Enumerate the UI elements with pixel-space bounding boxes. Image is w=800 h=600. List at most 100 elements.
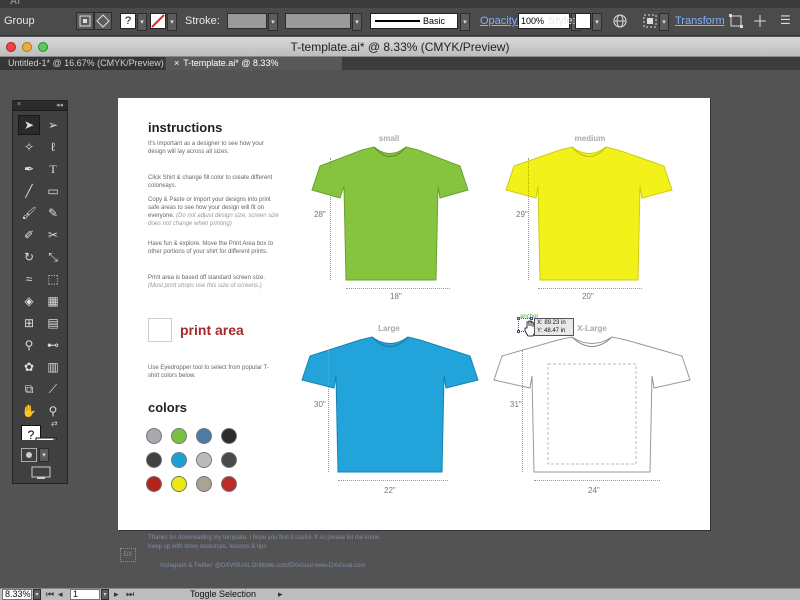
stroke-weight-field[interactable] xyxy=(227,13,267,29)
zoom-tool[interactable]: ⚲ xyxy=(42,401,64,421)
color-swatch[interactable] xyxy=(196,428,212,444)
rotate-tool[interactable]: ↻ xyxy=(18,247,40,267)
line-tool[interactable]: ╱ xyxy=(18,181,40,201)
column-graph-icon: ▥ xyxy=(47,360,59,374)
stroke-dropdown[interactable]: ▾ xyxy=(167,13,177,31)
color-swatch[interactable] xyxy=(196,452,212,468)
tab-t-template[interactable]: ×T-template.ai* @ 8.33% (CMYK/Preview) xyxy=(166,57,342,81)
shirt-medium[interactable] xyxy=(504,146,674,284)
first-artboard-button[interactable]: ⏮ xyxy=(46,589,54,600)
scissors-tool[interactable]: ✂ xyxy=(42,225,64,245)
screen-mode-button[interactable] xyxy=(31,466,51,480)
width-tool[interactable]: ≈ xyxy=(18,269,40,289)
artboard-tool[interactable]: ⧉ xyxy=(18,379,40,399)
variable-width-field[interactable] xyxy=(285,13,351,29)
magic-wand-tool[interactable]: ✧ xyxy=(18,137,40,157)
fill-dropdown[interactable]: ▾ xyxy=(137,13,147,31)
gradient-tool[interactable]: ▤ xyxy=(42,313,64,333)
color-swatch[interactable] xyxy=(171,452,187,468)
shirt-small[interactable] xyxy=(310,146,470,284)
isolate-mode-button[interactable] xyxy=(752,13,768,29)
pen-tool[interactable]: ✒ xyxy=(18,159,40,179)
artboard-number-field[interactable]: 1 xyxy=(70,589,100,600)
tab-label: Untitled-1* @ 16.67% (CMYK/Preview) xyxy=(8,58,164,68)
brush-field[interactable]: Basic xyxy=(370,13,458,29)
color-swatch[interactable] xyxy=(171,476,187,492)
fill-swatch[interactable]: ? xyxy=(120,13,136,29)
draw-normal-icon xyxy=(26,452,32,458)
symbol-sprayer-tool[interactable]: ✿ xyxy=(18,357,40,377)
style-swatch[interactable] xyxy=(575,13,591,29)
selection-tool[interactable]: ➤ xyxy=(18,115,40,135)
shirt-large[interactable] xyxy=(300,336,480,476)
blend-icon: ⊷ xyxy=(47,338,59,352)
mesh-tool[interactable]: ⊞ xyxy=(18,313,40,333)
draw-mode-button[interactable] xyxy=(21,448,37,462)
variable-width-dropdown[interactable]: ▾ xyxy=(352,13,362,31)
instructions-para-5: Print area is based off standard screen … xyxy=(148,274,280,290)
slice-tool[interactable]: ⟋ xyxy=(42,379,64,399)
scale-tool[interactable]: ⤡ xyxy=(42,247,64,267)
lasso-tool[interactable]: ℓ xyxy=(42,137,64,157)
free-transform-tool[interactable]: ⬚ xyxy=(42,269,64,289)
shape-builder-tool[interactable]: ◈ xyxy=(18,291,40,311)
selection-handle[interactable] xyxy=(517,330,520,333)
style-dropdown[interactable]: ▾ xyxy=(592,13,602,31)
tab-close-icon[interactable]: × xyxy=(174,58,179,68)
last-artboard-button[interactable]: ⏭ xyxy=(126,589,134,600)
blob-brush-tool[interactable]: ✐ xyxy=(18,225,40,245)
color-swatch[interactable] xyxy=(146,452,162,468)
tools-panel: × ◂◂ ➤ ➢ ✧ ℓ ✒ T ╱ ▭ 🖌 ✎ ✐ ✂ ↻ ⤡ ≈ ⬚ ◈ ▦… xyxy=(12,100,68,482)
zoom-dropdown[interactable]: ▾ xyxy=(33,589,41,600)
pencil-tool[interactable]: ✎ xyxy=(42,203,64,223)
artboard-dropdown[interactable]: ▾ xyxy=(101,589,109,600)
shape-button[interactable] xyxy=(728,13,744,29)
zoom-field[interactable]: 8.33% xyxy=(2,589,32,600)
height-guide xyxy=(328,350,329,472)
panel-menu-icon[interactable]: ☰ xyxy=(780,13,796,29)
direct-selection-tool[interactable]: ➢ xyxy=(42,115,64,135)
brush-stroke-preview xyxy=(375,20,420,22)
type-tool[interactable]: T xyxy=(42,159,64,179)
color-swatch[interactable] xyxy=(146,428,162,444)
align-dropdown[interactable]: ▾ xyxy=(659,13,669,31)
tools-panel-header[interactable]: × ◂◂ xyxy=(13,101,67,111)
align-button[interactable] xyxy=(642,13,658,29)
eyedropper-tool[interactable]: ⚲ xyxy=(18,335,40,355)
anchor-button[interactable] xyxy=(94,12,112,30)
color-swatch[interactable] xyxy=(146,476,162,492)
stroke-weight-dropdown[interactable]: ▾ xyxy=(268,13,278,31)
footer-line-3: Instagram & Twitter: @DXVISUAL Dribbble.… xyxy=(160,563,366,569)
print-area-box[interactable] xyxy=(148,318,172,342)
paintbrush-tool[interactable]: 🖌 xyxy=(18,203,40,223)
opacity-label[interactable]: Opacity: xyxy=(480,15,520,27)
selection-handle[interactable] xyxy=(517,317,520,320)
swap-fill-stroke-icon[interactable]: ⇄ xyxy=(51,419,58,428)
color-swatch[interactable] xyxy=(171,428,187,444)
rectangle-tool[interactable]: ▭ xyxy=(42,181,64,201)
next-artboard-button[interactable]: ▸ xyxy=(114,589,119,600)
color-swatch[interactable] xyxy=(196,476,212,492)
blend-tool[interactable]: ⊷ xyxy=(42,335,64,355)
recolor-globe-button[interactable] xyxy=(612,13,628,29)
perspective-grid-tool[interactable]: ▦ xyxy=(42,291,64,311)
panel-collapse-icon[interactable]: ◂◂ xyxy=(56,101,63,109)
shirt-medium-shape xyxy=(505,146,673,281)
panel-close-icon[interactable]: × xyxy=(17,101,21,108)
status-menu-arrow[interactable]: ▸ xyxy=(278,589,283,600)
hand-tool[interactable]: ✋ xyxy=(18,401,40,421)
color-swatch[interactable] xyxy=(221,452,237,468)
transform-link[interactable]: Transform xyxy=(675,15,725,27)
tools-panel-extras: ▾ xyxy=(12,440,68,484)
isolate-group-button[interactable] xyxy=(76,12,94,30)
brush-dropdown[interactable]: ▾ xyxy=(460,13,470,31)
color-swatch[interactable] xyxy=(221,476,237,492)
tab-untitled[interactable]: Untitled-1* @ 16.67% (CMYK/Preview) xyxy=(0,57,164,70)
previous-artboard-button[interactable]: ◂ xyxy=(58,589,63,600)
column-graph-tool[interactable]: ▥ xyxy=(42,357,64,377)
eyedropper-instructions: Use Eyedropper tool to select from popul… xyxy=(148,365,269,379)
color-swatch[interactable] xyxy=(221,428,237,444)
stroke-swatch[interactable] xyxy=(150,13,166,29)
artboard[interactable]: instructions It's important as a designe… xyxy=(118,98,710,530)
draw-mode-dropdown[interactable]: ▾ xyxy=(39,448,49,462)
